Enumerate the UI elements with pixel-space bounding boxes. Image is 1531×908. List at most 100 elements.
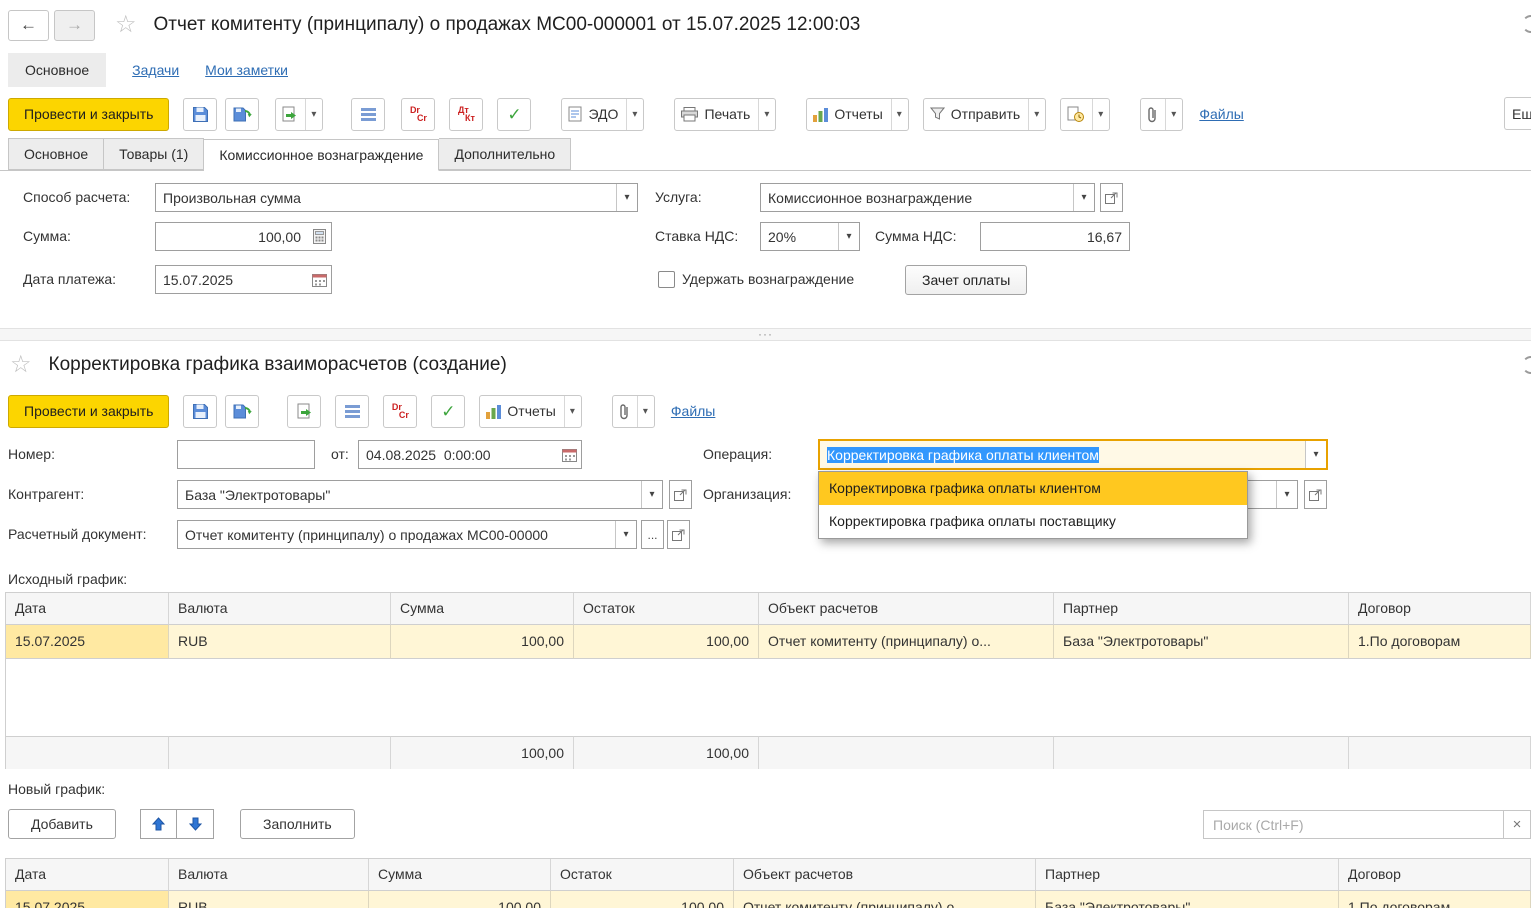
dropdown-arrow-icon[interactable]: ▾ — [1073, 184, 1094, 211]
vat-rate-field[interactable]: 20% ▾ — [760, 222, 860, 251]
column-header-contract[interactable]: Договор — [1339, 859, 1531, 891]
table-cell-sum[interactable]: 100,00 — [369, 891, 551, 908]
table-cell-contract[interactable]: 1.По договорам — [1339, 891, 1531, 908]
back-button[interactable]: ← — [8, 9, 49, 41]
form-tab-commission[interactable]: Комиссионное вознаграждение — [204, 139, 440, 171]
column-header-object[interactable]: Объект расчетов — [759, 593, 1054, 625]
offset-payment-button[interactable]: Зачет оплаты — [905, 265, 1028, 295]
dropdown-arrow-icon[interactable]: ▾ — [641, 481, 662, 508]
table-cell-contract[interactable]: 1.По договорам — [1349, 625, 1531, 659]
move-up-button[interactable] — [140, 809, 177, 839]
more-button[interactable]: Ещ — [1504, 97, 1531, 130]
nav-tab-main[interactable]: Основное — [8, 53, 107, 87]
save-button[interactable] — [183, 394, 218, 428]
post-button[interactable]: ▾ — [275, 97, 324, 131]
dropdown-arrow-icon[interactable]: ▾ — [1165, 98, 1176, 130]
settlement-doc-field[interactable]: Отчет комитенту (принципалу) о продажах … — [177, 520, 637, 549]
organization-open-button[interactable] — [1304, 480, 1327, 509]
column-header-sum[interactable]: Сумма — [369, 859, 551, 891]
column-header-partner[interactable]: Партнер — [1036, 859, 1339, 891]
dropdown-arrow-icon[interactable]: ▾ — [636, 395, 648, 427]
reminder-button[interactable]: ▾ — [1060, 97, 1111, 131]
print-button[interactable]: Печать ▾ — [674, 97, 777, 131]
number-field[interactable] — [177, 440, 315, 469]
operation-field[interactable]: Корректировка графика оплаты клиентом ▾ — [818, 439, 1328, 470]
move-down-button[interactable] — [177, 809, 214, 839]
pay-date-field[interactable]: 15.07.2025 — [155, 265, 332, 294]
table-cell-rest[interactable]: 100,00 — [574, 625, 759, 659]
save-and-reload-button[interactable] — [225, 394, 260, 428]
forward-button[interactable]: → — [54, 9, 95, 41]
add-row-button[interactable]: Добавить — [8, 809, 116, 839]
dropdown-arrow-icon[interactable]: ▾ — [615, 521, 636, 548]
save-and-reload-button[interactable] — [225, 97, 260, 131]
dropdown-arrow-icon[interactable]: ▾ — [1305, 441, 1326, 468]
dt-kt-button[interactable]: Дт Кт — [449, 97, 484, 131]
service-open-button[interactable] — [1100, 183, 1123, 212]
column-header-currency[interactable]: Валюта — [169, 859, 369, 891]
edo-button[interactable]: ЭДО ▾ — [561, 97, 645, 131]
dropdown-arrow-icon[interactable]: ▾ — [563, 395, 575, 427]
post-and-close-button[interactable]: Провести и закрыть — [8, 394, 170, 428]
column-header-date[interactable]: Дата — [6, 593, 169, 625]
reports-button[interactable]: Отчеты ▾ — [479, 394, 582, 428]
show-list-button[interactable] — [351, 97, 386, 131]
column-header-partner[interactable]: Партнер — [1054, 593, 1349, 625]
number-input[interactable] — [178, 441, 314, 468]
search-input[interactable] — [1204, 816, 1503, 833]
settlement-doc-ellipsis-button[interactable]: ... — [641, 520, 664, 549]
dropdown-option-client[interactable]: Корректировка графика оплаты клиентом — [819, 472, 1247, 505]
files-link[interactable]: Файлы — [1199, 106, 1243, 122]
calc-method-field[interactable]: Произвольная сумма ▾ — [155, 183, 638, 212]
dropdown-arrow-icon[interactable]: ▾ — [616, 184, 637, 211]
attachments-button[interactable]: ▾ — [1140, 97, 1184, 131]
calculator-icon[interactable] — [308, 223, 331, 250]
dropdown-option-supplier[interactable]: Корректировка графика оплаты поставщику — [819, 505, 1247, 538]
table-cell-date[interactable]: 15.07.2025 — [6, 891, 169, 908]
dropdown-arrow-icon[interactable]: ▾ — [1028, 98, 1039, 130]
sum-field[interactable]: 100,00 — [155, 222, 332, 251]
link-refresh-icon[interactable] — [1522, 15, 1531, 33]
files-link[interactable]: Файлы — [671, 403, 715, 419]
column-header-rest[interactable]: Остаток — [551, 859, 734, 891]
table-cell-rest[interactable]: 100,00 — [551, 891, 734, 908]
column-header-object[interactable]: Объект расчетов — [734, 859, 1036, 891]
attachments-button[interactable]: ▾ — [611, 394, 655, 428]
dropdown-arrow-icon[interactable]: ▾ — [1092, 98, 1103, 130]
save-button[interactable] — [183, 97, 218, 131]
service-field[interactable]: Комиссионное вознаграждение ▾ — [760, 183, 1095, 212]
table-cell-object[interactable]: Отчет комитенту (принципалу) о ... — [734, 891, 1036, 908]
column-header-sum[interactable]: Сумма — [391, 593, 574, 625]
withhold-checkbox[interactable] — [658, 271, 675, 288]
post-and-close-button[interactable]: Провести и закрыть — [8, 97, 170, 131]
date-field[interactable]: 04.08.2025 0:00:00 — [358, 440, 582, 469]
table-cell-partner[interactable]: База "Электротовары" — [1054, 625, 1349, 659]
send-button[interactable]: Отправить ▾ — [922, 97, 1047, 131]
link-refresh-icon[interactable] — [1522, 356, 1531, 374]
search-clear-button[interactable]: × — [1503, 811, 1530, 838]
table-cell-date[interactable]: 15.07.2025 — [6, 625, 169, 659]
reports-button[interactable]: Отчеты ▾ — [806, 97, 909, 131]
dropdown-arrow-icon[interactable]: ▾ — [1276, 481, 1297, 508]
fill-button[interactable]: Заполнить — [240, 809, 355, 839]
contractor-field[interactable]: База "Электротовары" ▾ — [177, 480, 663, 509]
check-button[interactable]: ✓ — [497, 97, 532, 131]
nav-tab-tasks[interactable]: Задачи — [132, 62, 179, 78]
dropdown-arrow-icon[interactable]: ▾ — [838, 223, 859, 250]
column-header-currency[interactable]: Валюта — [169, 593, 391, 625]
check-button[interactable]: ✓ — [431, 394, 466, 428]
form-tab-goods[interactable]: Товары (1) — [104, 138, 205, 170]
show-list-button[interactable] — [335, 394, 370, 428]
form-tab-additional[interactable]: Дополнительно — [439, 138, 572, 170]
vat-sum-field[interactable]: 16,67 — [980, 222, 1130, 251]
table-cell-currency[interactable]: RUB — [169, 625, 391, 659]
dropdown-arrow-icon[interactable]: ▾ — [890, 98, 902, 130]
table-cell-object[interactable]: Отчет комитенту (принципалу) о... — [759, 625, 1054, 659]
table-cell-partner[interactable]: База "Электротовары" — [1036, 891, 1339, 908]
nav-tab-notes[interactable]: Мои заметки — [205, 62, 288, 78]
column-header-contract[interactable]: Договор — [1349, 593, 1531, 625]
settlement-doc-open-button[interactable] — [667, 520, 690, 549]
contractor-open-button[interactable] — [669, 480, 692, 509]
form-tab-main[interactable]: Основное — [8, 138, 105, 170]
dropdown-arrow-icon[interactable]: ▾ — [305, 98, 316, 130]
